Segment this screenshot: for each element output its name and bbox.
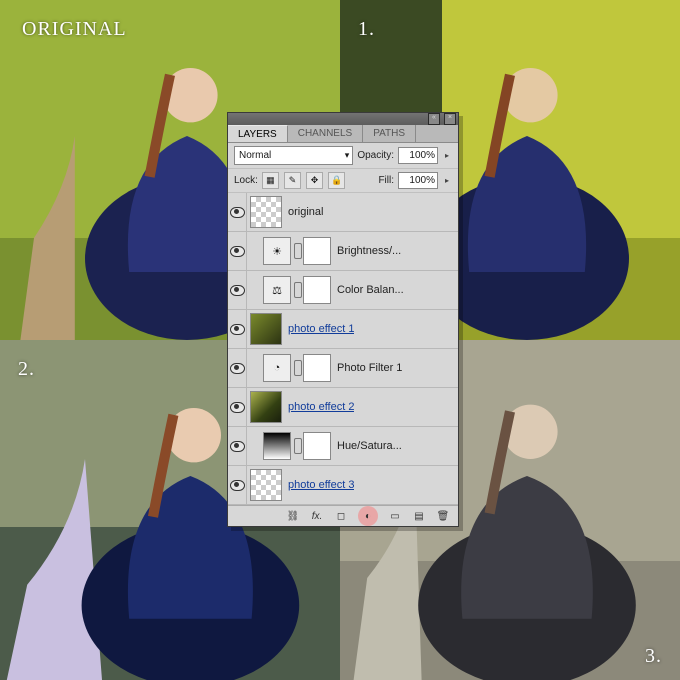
blend-opacity-row: Normal Opacity: 100% ▸ bbox=[228, 143, 458, 169]
visibility-toggle[interactable] bbox=[228, 388, 247, 426]
blend-mode-value: Normal bbox=[239, 148, 271, 163]
layers-panel: « × LAYERS CHANNELS PATHS Normal Opacity… bbox=[227, 112, 459, 527]
layer-name[interactable]: Hue/Satura... bbox=[337, 440, 402, 452]
visibility-toggle[interactable] bbox=[228, 193, 247, 231]
label-3: 3. bbox=[645, 645, 662, 668]
lock-fill-row: Lock: ▦ ✎ ✥ 🔒 Fill: 100% ▸ bbox=[228, 169, 458, 193]
layer-name[interactable]: original bbox=[288, 206, 323, 218]
lock-position-icon[interactable]: ✥ bbox=[306, 172, 323, 189]
layer-mask[interactable] bbox=[303, 276, 331, 304]
panel-tabs: LAYERS CHANNELS PATHS bbox=[228, 125, 458, 143]
link-icon bbox=[294, 243, 302, 259]
label-original: ORIGINAL bbox=[22, 18, 127, 41]
link-layers-icon[interactable]: ⛓ bbox=[286, 509, 300, 523]
tab-paths[interactable]: PATHS bbox=[363, 125, 416, 142]
label-1: 1. bbox=[358, 18, 375, 41]
adjustment-icon: ⚖ bbox=[263, 276, 291, 304]
mask-icon[interactable]: ◻ bbox=[334, 509, 348, 523]
panel-menu-icon[interactable]: « bbox=[428, 113, 440, 125]
layer-row[interactable]: photo effect 2 bbox=[228, 388, 458, 427]
layers-list: original ☀ Brightness/... ⚖ Color Balan... ph… bbox=[228, 193, 458, 505]
new-adjustment-layer-icon[interactable]: ◐ bbox=[358, 506, 378, 526]
lock-all-icon[interactable]: 🔒 bbox=[328, 172, 345, 189]
close-icon[interactable]: × bbox=[444, 113, 456, 125]
layer-thumbnail[interactable] bbox=[250, 313, 282, 345]
tab-channels[interactable]: CHANNELS bbox=[288, 125, 363, 142]
layer-mask[interactable] bbox=[303, 432, 331, 460]
layer-row[interactable]: ☀ Brightness/... bbox=[228, 232, 458, 271]
panel-titlebar[interactable]: « × bbox=[228, 113, 458, 125]
layer-row[interactable]: photo effect 1 bbox=[228, 310, 458, 349]
panel-footer: ⛓ fx. ◻ ◐ ▭ ▤ 🗑 bbox=[228, 505, 458, 526]
eye-icon bbox=[230, 441, 245, 452]
visibility-toggle[interactable] bbox=[228, 427, 247, 465]
visibility-toggle[interactable] bbox=[228, 349, 247, 387]
trash-icon[interactable]: 🗑 bbox=[436, 509, 450, 523]
lock-icons-group: ▦ ✎ ✥ 🔒 bbox=[262, 172, 347, 189]
new-layer-icon[interactable]: ▤ bbox=[412, 509, 426, 523]
lock-transparent-icon[interactable]: ▦ bbox=[262, 172, 279, 189]
layer-row[interactable]: photo effect 3 bbox=[228, 466, 458, 505]
adjustment-icon: ☀ bbox=[263, 237, 291, 265]
eye-icon bbox=[230, 324, 245, 335]
link-icon bbox=[294, 438, 302, 454]
eye-icon bbox=[230, 480, 245, 491]
eye-icon bbox=[230, 246, 245, 257]
layer-name[interactable]: Brightness/... bbox=[337, 245, 401, 257]
opacity-flyout-icon[interactable]: ▸ bbox=[442, 151, 452, 160]
lock-pixels-icon[interactable]: ✎ bbox=[284, 172, 301, 189]
fill-flyout-icon[interactable]: ▸ bbox=[442, 176, 452, 185]
opacity-label: Opacity: bbox=[357, 150, 394, 161]
layer-thumbnail[interactable] bbox=[250, 469, 282, 501]
group-icon[interactable]: ▭ bbox=[388, 509, 402, 523]
layer-row[interactable]: ⚖ Color Balan... bbox=[228, 271, 458, 310]
link-icon bbox=[294, 360, 302, 376]
layer-name[interactable]: photo effect 2 bbox=[288, 401, 354, 413]
layer-thumbnail[interactable] bbox=[250, 391, 282, 423]
eye-icon bbox=[230, 363, 245, 374]
link-icon bbox=[294, 282, 302, 298]
eye-icon bbox=[230, 402, 245, 413]
visibility-toggle[interactable] bbox=[228, 310, 247, 348]
blend-mode-select[interactable]: Normal bbox=[234, 146, 353, 165]
opacity-input[interactable]: 100% bbox=[398, 147, 438, 164]
layer-row[interactable]: ◔ Photo Filter 1 bbox=[228, 349, 458, 388]
fill-label: Fill: bbox=[378, 175, 394, 186]
tab-layers[interactable]: LAYERS bbox=[228, 125, 288, 142]
visibility-toggle[interactable] bbox=[228, 466, 247, 504]
adjustment-icon: ◔ bbox=[263, 354, 291, 382]
fx-icon[interactable]: fx. bbox=[310, 509, 324, 523]
eye-icon bbox=[230, 285, 245, 296]
layer-name[interactable]: Color Balan... bbox=[337, 284, 404, 296]
fill-input[interactable]: 100% bbox=[398, 172, 438, 189]
eye-icon bbox=[230, 207, 245, 218]
layer-name[interactable]: photo effect 3 bbox=[288, 479, 354, 491]
visibility-toggle[interactable] bbox=[228, 271, 247, 309]
layer-mask[interactable] bbox=[303, 237, 331, 265]
lock-label: Lock: bbox=[234, 175, 258, 186]
layer-name[interactable]: Photo Filter 1 bbox=[337, 362, 402, 374]
layer-mask[interactable] bbox=[303, 354, 331, 382]
visibility-toggle[interactable] bbox=[228, 232, 247, 270]
label-2: 2. bbox=[18, 358, 35, 381]
layer-thumbnail[interactable] bbox=[250, 196, 282, 228]
adjustment-icon bbox=[263, 432, 291, 460]
layer-name[interactable]: photo effect 1 bbox=[288, 323, 354, 335]
layer-row[interactable]: Hue/Satura... bbox=[228, 427, 458, 466]
layer-row[interactable]: original bbox=[228, 193, 458, 232]
